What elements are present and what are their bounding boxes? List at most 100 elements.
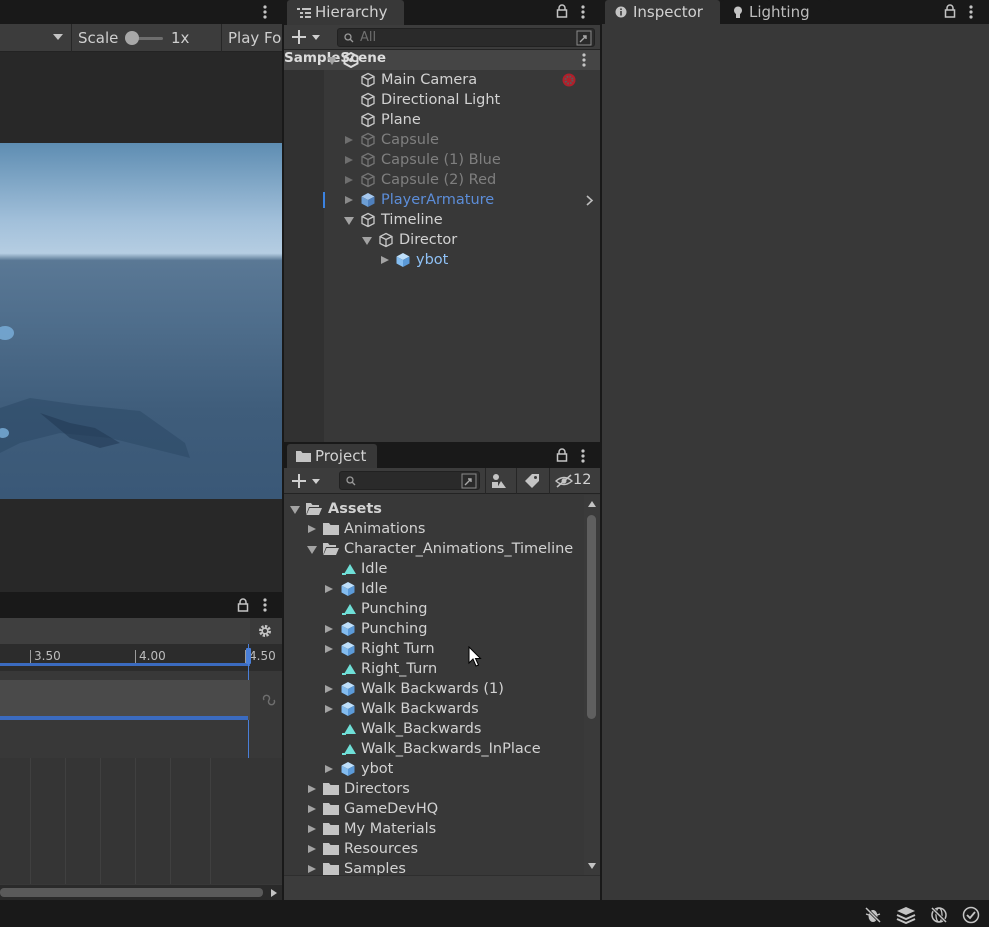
- more-options-icon[interactable]: [578, 4, 588, 20]
- lock-icon[interactable]: [556, 4, 568, 18]
- scroll-up-icon[interactable]: [587, 500, 597, 508]
- project-item-walk-backwards-model[interactable]: Walk Backwards: [284, 699, 584, 719]
- hierarchy-item-timeline[interactable]: Timeline: [284, 210, 600, 230]
- search-by-label-icon[interactable]: [524, 473, 540, 489]
- expand-arrow-icon[interactable]: [345, 156, 353, 164]
- hierarchy-item-ybot[interactable]: ybot: [284, 250, 600, 270]
- layers-icon[interactable]: [896, 906, 916, 924]
- tab-project[interactable]: Project: [287, 444, 377, 468]
- project-vertical-scrollbar[interactable]: [584, 495, 600, 875]
- timeline-clip[interactable]: [0, 680, 250, 720]
- expand-arrow-icon[interactable]: [325, 645, 333, 653]
- project-item-my-materials[interactable]: My Materials: [284, 819, 584, 839]
- expand-arrow-icon[interactable]: [325, 765, 333, 773]
- project-item-idle-model[interactable]: Idle: [284, 579, 584, 599]
- debug-bug-icon[interactable]: [864, 906, 882, 924]
- project-search-input[interactable]: [339, 471, 480, 490]
- project-item-resources[interactable]: Resources: [284, 839, 584, 859]
- timeline-horizontal-scrollbar[interactable]: [0, 885, 282, 900]
- hierarchy-search-input[interactable]: All: [337, 28, 595, 47]
- project-item-idle-anim[interactable]: Idle: [284, 559, 584, 579]
- more-options-icon[interactable]: [260, 4, 270, 20]
- scale-slider-thumb[interactable]: [125, 31, 139, 45]
- expand-arrow-icon[interactable]: [308, 845, 316, 853]
- expand-arrow-icon[interactable]: [325, 705, 333, 713]
- scene-more-options-icon[interactable]: [579, 52, 589, 68]
- project-item-right-turn-model[interactable]: Right Turn: [284, 639, 584, 659]
- expand-arrow-icon[interactable]: [362, 237, 372, 245]
- expand-arrow-icon[interactable]: [308, 785, 316, 793]
- hierarchy-item-director[interactable]: Director: [284, 230, 600, 250]
- search-by-type-icon[interactable]: [491, 473, 507, 489]
- folder-open-icon: [306, 503, 322, 515]
- project-item-ybot-model[interactable]: ybot: [284, 759, 584, 779]
- expand-arrow-icon[interactable]: [290, 506, 300, 514]
- expand-arrow-icon[interactable]: [308, 805, 316, 813]
- expand-arrow-icon[interactable]: [308, 525, 316, 533]
- hierarchy-item-directional-light[interactable]: Directional Light: [284, 90, 600, 110]
- project-item-walk-backwards-anim[interactable]: Walk_Backwards: [284, 719, 584, 739]
- hierarchy-item-capsule-2-red[interactable]: Capsule (2) Red: [284, 170, 600, 190]
- more-options-icon[interactable]: [966, 4, 976, 20]
- scrollbar-thumb[interactable]: [587, 515, 596, 719]
- scroll-down-icon[interactable]: [587, 862, 597, 870]
- more-options-icon[interactable]: [578, 448, 588, 464]
- project-item-directors[interactable]: Directors: [284, 779, 584, 799]
- network-off-icon[interactable]: [930, 906, 948, 924]
- expand-arrow-icon[interactable]: [308, 825, 316, 833]
- tab-inspector[interactable]: Inspector: [605, 0, 720, 24]
- model-icon: [341, 682, 355, 696]
- expand-arrow-icon[interactable]: [344, 217, 354, 225]
- gameobject-cube-icon: [361, 212, 375, 228]
- project-item-gamedevhq[interactable]: GameDevHQ: [284, 799, 584, 819]
- expand-arrow-icon[interactable]: [381, 256, 389, 264]
- hierarchy-item-capsule[interactable]: Capsule: [284, 130, 600, 150]
- model-icon: [341, 622, 355, 636]
- expand-arrow-icon[interactable]: [307, 546, 317, 554]
- project-item-character-animations-timeline[interactable]: Character_Animations_Timeline: [284, 539, 584, 559]
- gameobject-cube-icon: [361, 112, 375, 128]
- timeline-ruler[interactable]: 3.50 4.00 4.50: [0, 644, 282, 671]
- project-item-animations[interactable]: Animations: [284, 519, 584, 539]
- project-item-punching-model[interactable]: Punching: [284, 619, 584, 639]
- expand-arrow-icon[interactable]: [308, 865, 316, 873]
- project-item-assets[interactable]: Assets: [284, 499, 584, 519]
- dropdown-arrow-icon[interactable]: [52, 32, 64, 42]
- game-viewport[interactable]: [0, 143, 282, 499]
- more-options-icon[interactable]: [260, 597, 270, 613]
- project-item-punching-anim[interactable]: Punching: [284, 599, 584, 619]
- check-circle-icon[interactable]: [962, 906, 980, 924]
- tab-lighting[interactable]: Lighting: [721, 0, 831, 24]
- lock-icon[interactable]: [944, 4, 956, 18]
- search-filter-icon[interactable]: [576, 30, 592, 46]
- scene-header-row[interactable]: SampleScene: [284, 50, 600, 70]
- open-prefab-arrow-icon[interactable]: [586, 195, 594, 206]
- hierarchy-item-capsule-1-blue[interactable]: Capsule (1) Blue: [284, 150, 600, 170]
- project-item-right-turn-anim[interactable]: Right_Turn: [284, 659, 584, 679]
- project-item-samples[interactable]: Samples: [284, 859, 584, 875]
- expand-arrow-icon[interactable]: [325, 585, 333, 593]
- expand-arrow-icon[interactable]: [345, 136, 353, 144]
- expand-arrow-icon[interactable]: [345, 176, 353, 184]
- gear-icon[interactable]: [257, 623, 273, 639]
- search-filter-icon[interactable]: [461, 473, 477, 489]
- project-item-walk-backwards-1-model[interactable]: Walk Backwards (1): [284, 679, 584, 699]
- expand-arrow-icon[interactable]: [325, 685, 333, 693]
- hierarchy-item-player-armature[interactable]: PlayerArmature: [284, 190, 600, 210]
- add-dropdown-icon[interactable]: [292, 30, 322, 44]
- lock-icon[interactable]: [237, 598, 249, 612]
- hierarchy-item-main-camera[interactable]: Main Camera: [284, 70, 600, 90]
- play-focused-dropdown[interactable]: Play Fo: [228, 29, 281, 47]
- lock-icon[interactable]: [556, 448, 568, 462]
- hierarchy-item-plane[interactable]: Plane: [284, 110, 600, 130]
- hidden-packages-icon[interactable]: [555, 474, 573, 488]
- timeline-empty-area[interactable]: [0, 758, 282, 884]
- tab-hierarchy[interactable]: Hierarchy: [287, 0, 404, 25]
- scroll-right-icon[interactable]: [270, 888, 278, 898]
- scrollbar-thumb[interactable]: [0, 888, 263, 897]
- expand-arrow-icon[interactable]: [327, 57, 337, 65]
- expand-arrow-icon[interactable]: [345, 196, 353, 204]
- project-item-walk-backwards-inplace-anim[interactable]: Walk_Backwards_InPlace: [284, 739, 584, 759]
- create-dropdown-icon[interactable]: [292, 474, 322, 488]
- expand-arrow-icon[interactable]: [325, 625, 333, 633]
